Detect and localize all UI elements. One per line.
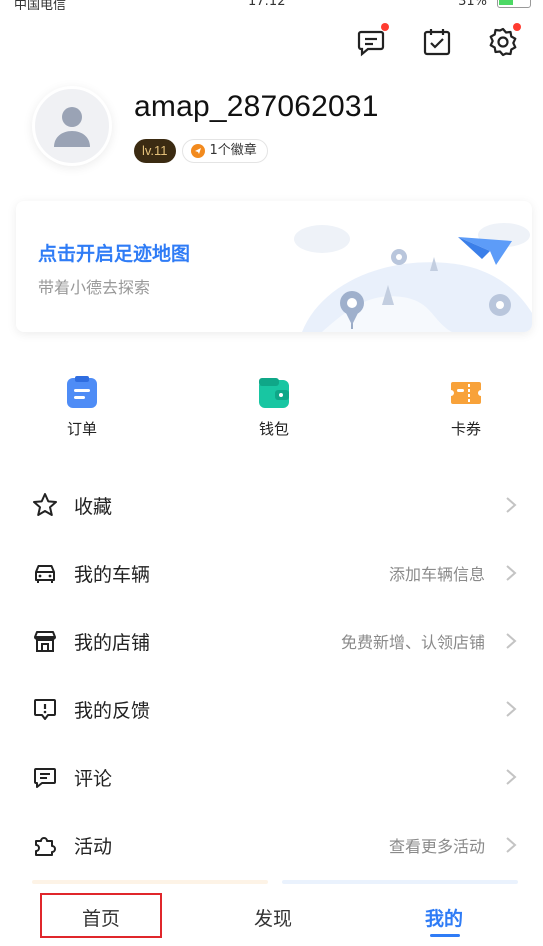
chevron-right-icon <box>505 768 517 786</box>
message-badge-dot <box>381 23 389 31</box>
menu-item-store[interactable]: 我的店铺 免费新增、认领店铺 <box>0 607 543 675</box>
status-bar: 中国电信 17:12 31% <box>0 0 543 10</box>
store-icon <box>32 628 58 654</box>
settings-badge-dot <box>513 23 521 31</box>
menu-item-feedback[interactable]: 我的反馈 <box>0 675 543 743</box>
menu-detail: 免费新增、认领店铺 <box>340 633 485 652</box>
car-icon <box>32 560 58 586</box>
status-time: 17:12 <box>248 0 286 9</box>
quick-wallet-label: 钱包 <box>258 420 289 438</box>
quick-coupon-label: 卡券 <box>450 420 481 438</box>
banner-subtitle: 带着小德去探索 <box>38 278 151 297</box>
quick-coupon[interactable]: 卡券 <box>426 376 506 439</box>
active-tab-indicator <box>430 934 460 937</box>
carrier-label: 中国电信 <box>14 0 67 10</box>
menu-label: 活动 <box>74 835 113 858</box>
quick-order-label: 订单 <box>66 420 97 438</box>
menu-label: 评论 <box>74 767 113 790</box>
promo-card-edge <box>282 880 518 884</box>
quick-wallet[interactable]: 钱包 <box>234 376 314 439</box>
avatar[interactable] <box>32 86 112 166</box>
menu-detail: 添加车辆信息 <box>388 565 485 584</box>
banner-title: 点击开启足迹地图 <box>38 243 191 265</box>
feedback-icon <box>32 696 58 722</box>
user-silhouette-icon <box>54 107 90 147</box>
username[interactable]: amap_287062031 <box>134 90 379 124</box>
quick-order[interactable]: 订单 <box>42 376 122 439</box>
chevron-right-icon <box>505 564 517 582</box>
top-actions <box>355 23 521 58</box>
menu-label: 收藏 <box>74 495 113 518</box>
promo-card-edge <box>32 880 268 884</box>
quick-actions: 订单 钱包 卡券 <box>0 376 543 446</box>
chevron-right-icon <box>505 632 517 650</box>
chevron-right-icon <box>505 836 517 854</box>
menu-label: 我的店铺 <box>74 631 151 654</box>
menu-item-vehicle[interactable]: 我的车辆 添加车辆信息 <box>0 539 543 607</box>
chevron-right-icon <box>505 496 517 514</box>
profile-badges: lv.11 1个徽章 <box>134 139 268 163</box>
message-icon[interactable] <box>355 23 389 58</box>
medal-count: 1个徽章 <box>209 143 257 158</box>
activity-icon <box>32 832 58 858</box>
menu-item-activities[interactable]: 活动 查看更多活动 <box>0 811 543 879</box>
map-illustration-icon <box>294 223 532 332</box>
battery-percent: 31% <box>458 0 487 9</box>
order-icon <box>65 376 99 410</box>
chevron-right-icon <box>505 700 517 718</box>
tab-mine[interactable]: 我的 <box>425 904 463 931</box>
tab-discover[interactable]: 发现 <box>254 904 292 931</box>
comment-icon <box>32 764 58 790</box>
footprint-map-banner[interactable]: 点击开启足迹地图 带着小德去探索 <box>16 201 532 332</box>
star-icon <box>32 492 58 518</box>
checkin-icon[interactable] <box>421 26 453 58</box>
menu-label: 我的反馈 <box>74 699 151 722</box>
menu-item-comments[interactable]: 评论 <box>0 743 543 811</box>
menu-label: 我的车辆 <box>74 563 151 586</box>
wallet-icon <box>257 376 291 410</box>
menu-item-favorites[interactable]: 收藏 <box>0 471 543 539</box>
menu-detail: 查看更多活动 <box>388 837 485 856</box>
settings-gear-icon[interactable] <box>487 23 521 58</box>
medal-icon <box>190 144 205 158</box>
menu-list: 收藏 我的车辆 添加车辆信息 我的店铺 免费新增、认领店铺 我的反馈 评论 活动… <box>0 471 543 879</box>
coupon-icon <box>449 376 483 410</box>
level-badge[interactable]: lv.11 <box>134 139 176 163</box>
home-tab-highlight-box <box>40 893 162 938</box>
battery-icon <box>497 0 531 8</box>
medal-badge[interactable]: 1个徽章 <box>181 139 268 163</box>
